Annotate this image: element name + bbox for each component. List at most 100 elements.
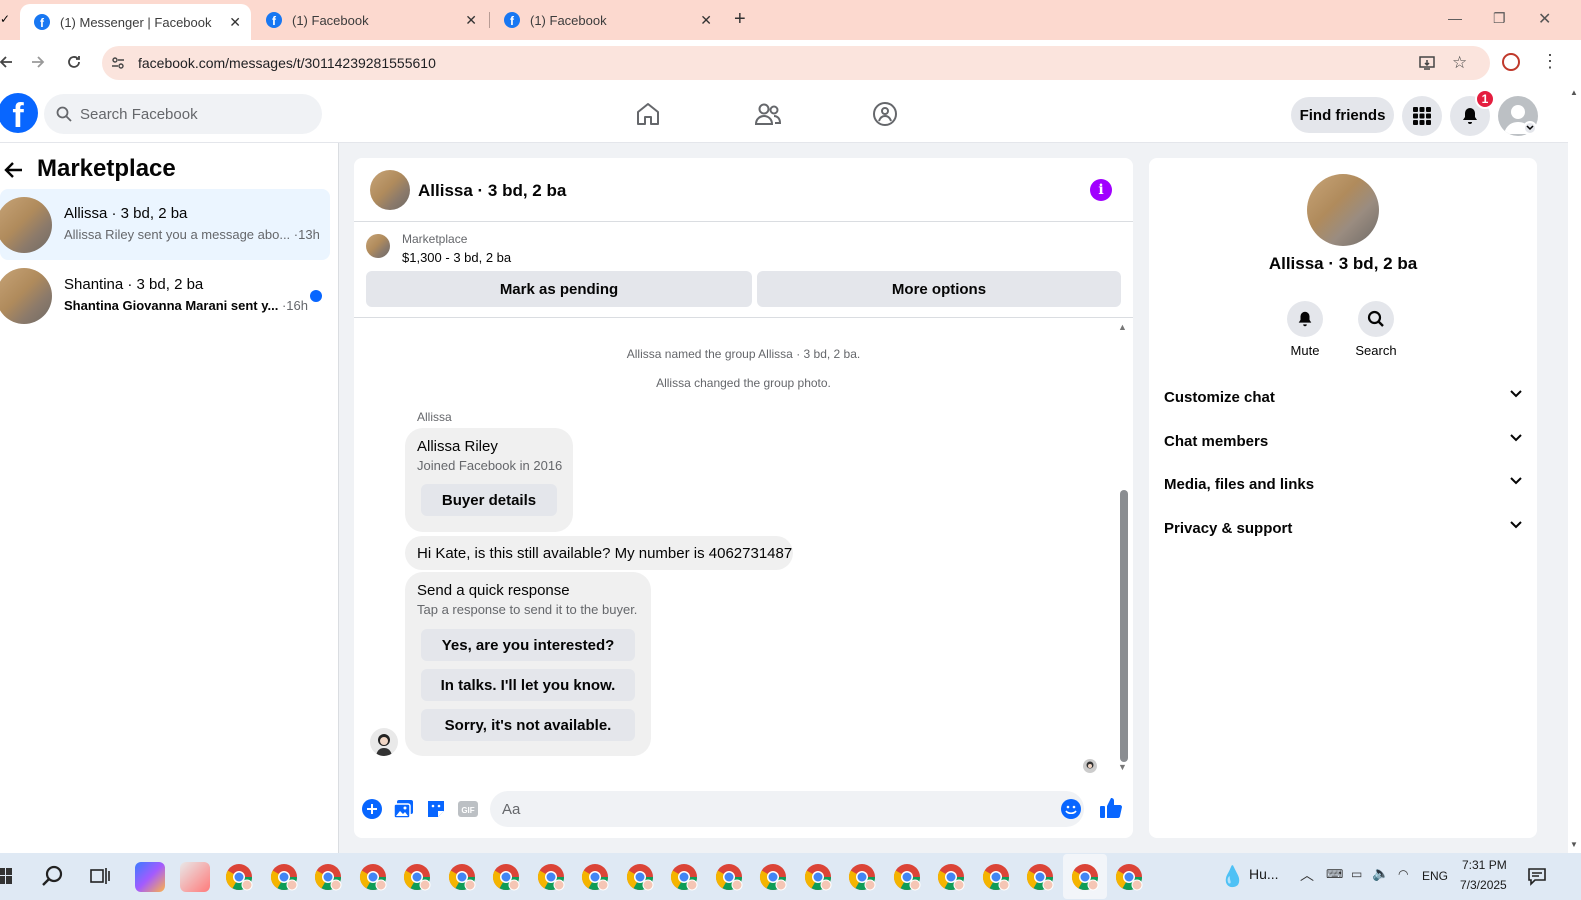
close-window-icon[interactable]: ✕: [1538, 9, 1551, 29]
scroll-up-arrow-icon[interactable]: ▲: [1118, 322, 1127, 332]
chrome-app-icon[interactable]: [1114, 862, 1144, 892]
close-tab-icon[interactable]: ✕: [465, 12, 477, 29]
chrome-app-icon[interactable]: [714, 862, 744, 892]
chrome-app-icon[interactable]: [981, 862, 1011, 892]
language-indicator[interactable]: ENG: [1422, 869, 1448, 883]
chrome-app-icon[interactable]: [1025, 862, 1055, 892]
privacy-support-section[interactable]: Privacy & support: [1164, 509, 1522, 549]
chrome-app-icon[interactable]: [536, 862, 566, 892]
conversation-item[interactable]: Allissa · 3 bd, 2 ba Allissa Riley sent …: [0, 189, 330, 260]
tab-messenger[interactable]: f (1) Messenger | Facebook ✕: [20, 4, 251, 40]
chrome-app-icon[interactable]: [892, 862, 922, 892]
gif-icon[interactable]: GIF: [457, 798, 479, 820]
search-button[interactable]: Search: [1346, 301, 1406, 358]
quick-response-option[interactable]: In talks. I'll let you know.: [421, 669, 635, 701]
clock-time[interactable]: 7:31 PM: [1462, 858, 1507, 872]
chrome-app-icon[interactable]: [758, 862, 788, 892]
show-hidden-icons-chevron-icon[interactable]: ︿: [1300, 865, 1314, 885]
scroll-down-arrow-icon[interactable]: ▼: [1570, 840, 1578, 849]
chrome-app-icon[interactable]: [803, 862, 833, 892]
listing-thumbnail[interactable]: [366, 234, 390, 258]
menu-grid-icon[interactable]: [1402, 96, 1442, 136]
account-chevron-icon[interactable]: [1523, 121, 1537, 135]
home-icon[interactable]: [635, 101, 661, 127]
new-tab-button[interactable]: +: [734, 8, 746, 31]
facebook-search[interactable]: [44, 94, 322, 134]
restore-window-icon[interactable]: ❐: [1493, 10, 1506, 27]
paint-app-icon[interactable]: [180, 862, 210, 892]
search-input[interactable]: [80, 94, 310, 134]
site-settings-icon[interactable]: [110, 55, 126, 71]
chrome-app-icon[interactable]: [269, 862, 299, 892]
scroll-up-arrow-icon[interactable]: ▲: [1570, 88, 1578, 97]
forward-arrow-icon[interactable]: [28, 52, 48, 72]
clock-date[interactable]: 7/3/2025: [1460, 878, 1507, 892]
media-files-links-section[interactable]: Media, files and links: [1164, 465, 1522, 505]
scroll-down-arrow-icon[interactable]: ▼: [1118, 762, 1127, 772]
battery-icon[interactable]: ▭: [1351, 867, 1362, 881]
chrome-app-icon[interactable]: [224, 862, 254, 892]
address-bar[interactable]: facebook.com/messages/t/3011423928155561…: [102, 46, 1490, 80]
weather-text[interactable]: Hu...: [1249, 866, 1279, 882]
friends-icon[interactable]: [754, 101, 782, 127]
groups-icon[interactable]: [872, 101, 898, 127]
profile-icon[interactable]: [1502, 53, 1520, 71]
chrome-app-icon[interactable]: [402, 862, 432, 892]
details-avatar[interactable]: [1307, 174, 1379, 246]
customize-chat-section[interactable]: Customize chat: [1164, 378, 1522, 418]
chrome-app-icon[interactable]: [580, 862, 610, 892]
chrome-app-icon[interactable]: [669, 862, 699, 892]
chrome-app-icon[interactable]: [847, 862, 877, 892]
page-scrollbar[interactable]: ▲ ▼: [1568, 86, 1581, 853]
close-tab-icon[interactable]: ✕: [229, 14, 241, 31]
reload-icon[interactable]: [64, 52, 84, 72]
bookmark-star-icon[interactable]: ☆: [1452, 53, 1467, 73]
volume-icon[interactable]: 🔈: [1372, 865, 1389, 882]
plus-circle-icon[interactable]: [361, 798, 383, 820]
tab-facebook-2[interactable]: f (1) Facebook ✕: [490, 0, 722, 40]
mark-as-pending-button[interactable]: Mark as pending: [366, 271, 752, 307]
start-icon[interactable]: [0, 868, 12, 884]
facebook-logo[interactable]: f: [0, 93, 38, 133]
mute-button[interactable]: Mute: [1275, 301, 1335, 358]
tab-facebook-1[interactable]: f (1) Facebook ✕: [252, 0, 487, 40]
taskbar-search-icon[interactable]: [41, 864, 65, 888]
chat-avatar[interactable]: [370, 170, 410, 210]
wifi-icon[interactable]: ◠: [1398, 867, 1408, 881]
more-options-button[interactable]: More options: [757, 271, 1121, 307]
buyer-details-button[interactable]: Buyer details: [421, 484, 557, 516]
back-arrow-icon[interactable]: [4, 161, 24, 179]
info-icon[interactable]: i: [1090, 179, 1112, 201]
chrome-app-icon[interactable]: [1070, 862, 1100, 892]
task-view-icon[interactable]: [90, 866, 110, 886]
listing-price-title[interactable]: $1,300 - 3 bd, 2 ba: [402, 250, 511, 265]
thumbs-up-icon[interactable]: [1099, 796, 1122, 818]
weather-drop-icon[interactable]: 💧: [1220, 864, 1245, 889]
message-bubble[interactable]: Hi Kate, is this still available? My num…: [405, 536, 793, 570]
notification-center-icon[interactable]: [1527, 866, 1547, 886]
chrome-app-icon[interactable]: [491, 862, 521, 892]
find-friends-button[interactable]: Find friends: [1291, 97, 1394, 133]
tab-search-chevron-icon[interactable]: ✓: [0, 12, 10, 26]
chrome-app-icon[interactable]: [447, 862, 477, 892]
quick-response-option[interactable]: Sorry, it's not available.: [421, 709, 635, 741]
chat-scrollbar[interactable]: [1120, 490, 1128, 762]
sender-avatar[interactable]: [370, 728, 398, 756]
input-method-icon[interactable]: ⌨: [1326, 867, 1343, 881]
chat-title[interactable]: Allissa · 3 bd, 2 ba: [418, 181, 566, 201]
chrome-app-icon[interactable]: [358, 862, 388, 892]
back-arrow-icon[interactable]: [0, 52, 16, 72]
copilot-app-icon[interactable]: [135, 862, 165, 892]
browser-menu-icon[interactable]: ⋮: [1541, 51, 1559, 72]
chrome-app-icon[interactable]: [313, 862, 343, 892]
close-tab-icon[interactable]: ✕: [700, 12, 712, 29]
minimize-window-icon[interactable]: —: [1448, 10, 1462, 26]
chat-members-section[interactable]: Chat members: [1164, 422, 1522, 462]
emoji-icon[interactable]: [1060, 798, 1082, 820]
gallery-icon[interactable]: [393, 798, 415, 820]
quick-response-option[interactable]: Yes, are you interested?: [421, 629, 635, 661]
chrome-app-icon[interactable]: [936, 862, 966, 892]
message-input[interactable]: [490, 791, 1084, 827]
sticker-icon[interactable]: [425, 798, 447, 820]
conversation-item[interactable]: Shantina · 3 bd, 2 ba Shantina Giovanna …: [0, 260, 330, 331]
